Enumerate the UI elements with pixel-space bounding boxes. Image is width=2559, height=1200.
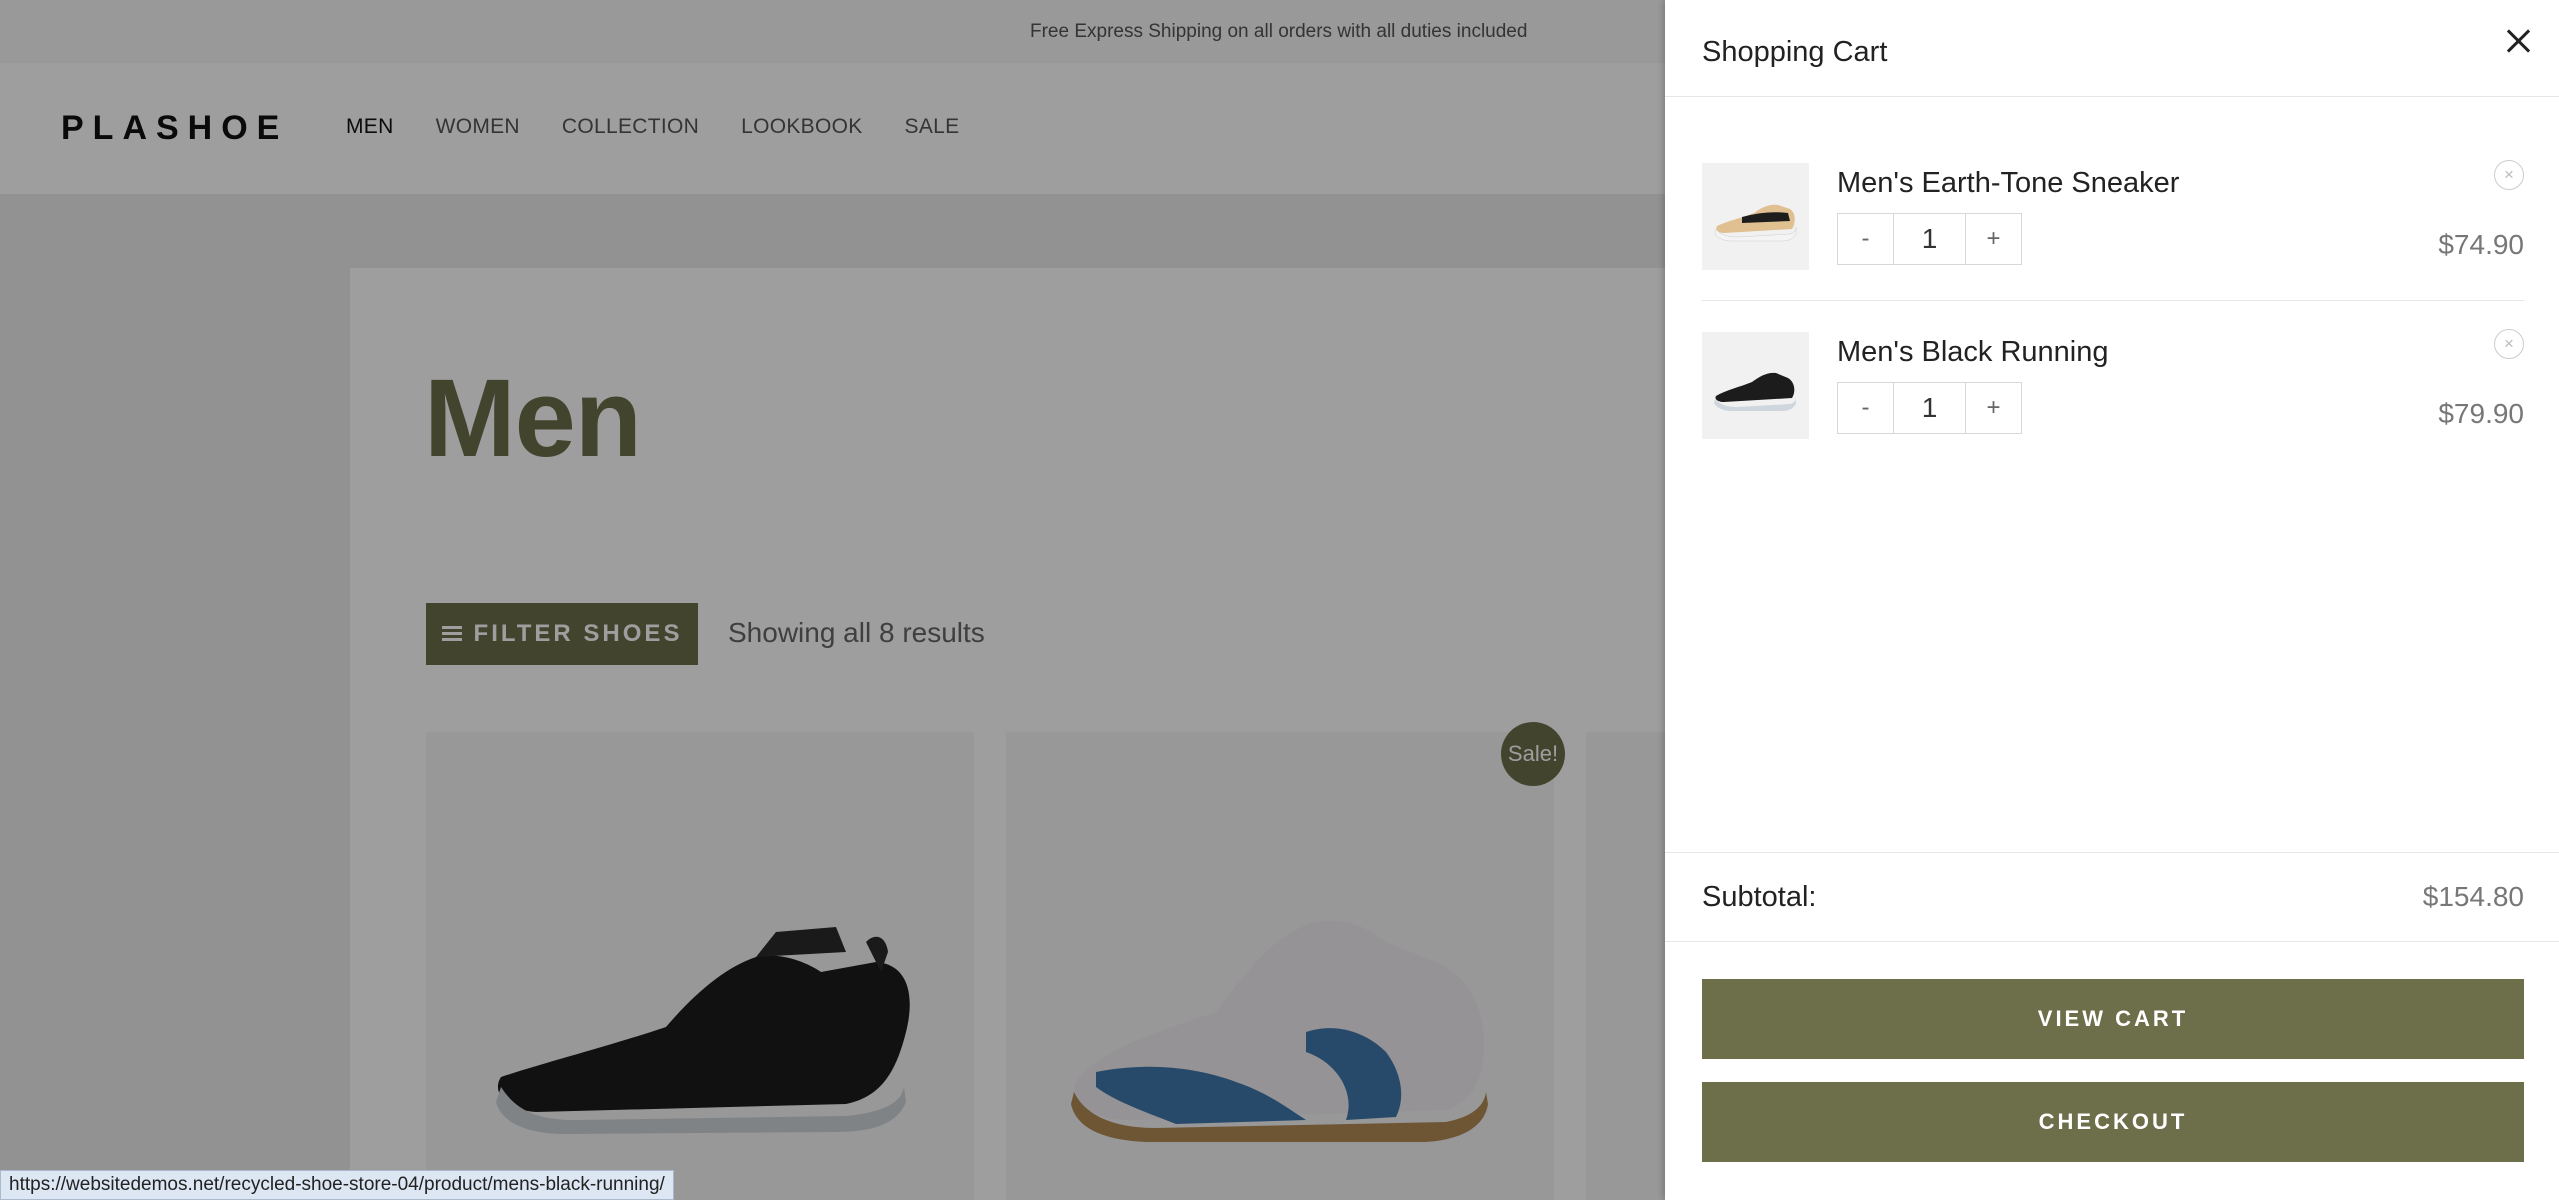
cart-item: Men's Earth-Tone Sneaker - 1 + $74.90 × — [1702, 133, 2524, 301]
cart-item-name[interactable]: Men's Earth-Tone Sneaker — [1837, 167, 2179, 200]
cart-item-price: $74.90 — [2438, 229, 2524, 260]
qty-decrease-button[interactable]: - — [1837, 213, 1894, 265]
cart-header: Shopping Cart — [1665, 0, 2559, 97]
shopping-cart-drawer: Shopping Cart Men's Earth-Tone Sneaker -… — [1665, 0, 2559, 1200]
qty-increase-button[interactable]: + — [1965, 213, 2022, 265]
remove-item-icon[interactable]: × — [2494, 329, 2524, 359]
qty-input[interactable]: 1 — [1894, 382, 1965, 434]
subtotal-value: $154.80 — [2422, 881, 2524, 912]
status-bar-url: https://websitedemos.net/recycled-shoe-s… — [0, 1170, 674, 1200]
view-cart-button[interactable]: VIEW CART — [1702, 979, 2524, 1059]
cart-item-name[interactable]: Men's Black Running — [1837, 336, 2109, 369]
sneaker-thumbnail-image — [1714, 204, 1797, 242]
cart-item-thumbnail[interactable] — [1702, 163, 1809, 270]
close-icon[interactable] — [2503, 26, 2535, 58]
subtotal-label: Subtotal: — [1702, 881, 1817, 913]
quantity-stepper: - 1 + — [1837, 213, 2022, 265]
black-running-thumbnail-image — [1714, 372, 1796, 411]
cart-item-price: $79.90 — [2438, 398, 2524, 429]
cart-item-thumbnail[interactable] — [1702, 332, 1809, 439]
cart-title: Shopping Cart — [1702, 36, 1888, 68]
checkout-button[interactable]: CHECKOUT — [1702, 1082, 2524, 1162]
quantity-stepper: - 1 + — [1837, 382, 2022, 434]
remove-item-icon[interactable]: × — [2494, 160, 2524, 190]
qty-increase-button[interactable]: + — [1965, 382, 2022, 434]
qty-input[interactable]: 1 — [1894, 213, 1965, 265]
cart-item: Men's Black Running - 1 + $79.90 × — [1702, 302, 2524, 470]
qty-decrease-button[interactable]: - — [1837, 382, 1894, 434]
subtotal-row: Subtotal: $154.80 — [1665, 852, 2559, 942]
